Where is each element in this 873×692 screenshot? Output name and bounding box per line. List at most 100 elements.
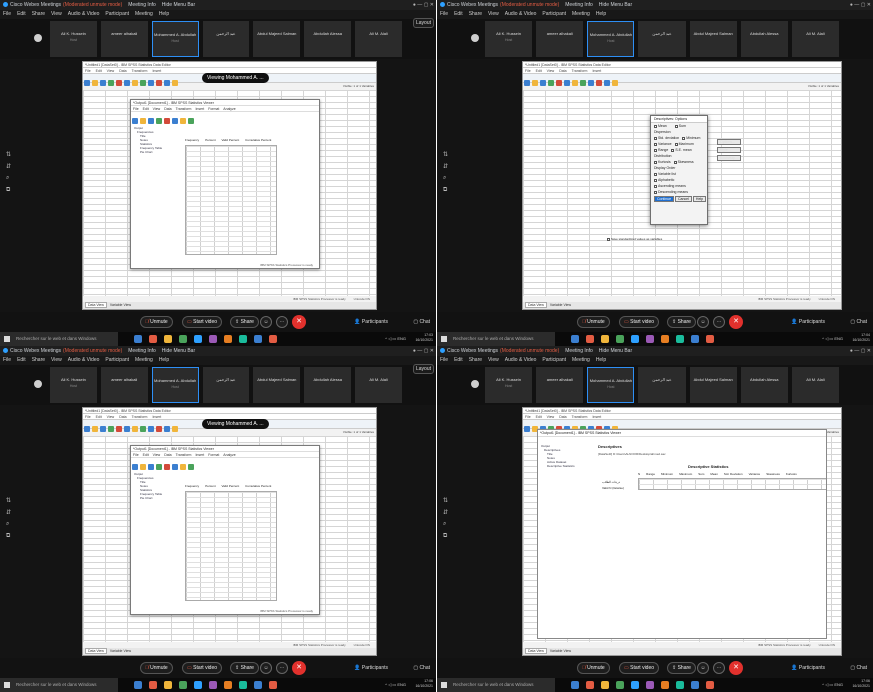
toolbar-button-icon[interactable] bbox=[532, 79, 538, 86]
menu-item-file[interactable]: File bbox=[3, 11, 11, 17]
menu-item-participant[interactable]: Participant bbox=[105, 357, 129, 363]
taskbar-search[interactable]: Rechercher sur le web et dans Windows bbox=[0, 678, 118, 692]
sidebar-tool-icon[interactable]: ⇵ bbox=[6, 509, 11, 516]
menu-item-file[interactable]: File bbox=[440, 357, 448, 363]
taskbar-search[interactable]: Rechercher sur le web et dans Windows bbox=[437, 332, 555, 346]
toolbar-button-icon[interactable] bbox=[188, 463, 194, 470]
more-options-icon[interactable]: ··· bbox=[713, 316, 725, 328]
toolbar-button-icon[interactable] bbox=[148, 463, 154, 470]
taskbar-app-icon[interactable] bbox=[164, 681, 172, 689]
spss-menu-item[interactable]: Transform bbox=[132, 69, 148, 73]
toolbar-button-icon[interactable] bbox=[172, 425, 178, 432]
start-video-button[interactable]: ▭ Start video bbox=[619, 316, 660, 328]
toolbar-button-icon[interactable] bbox=[164, 79, 170, 86]
menu-item-meeting[interactable]: Meeting bbox=[572, 11, 590, 17]
side-button[interactable]: Bootstrap... bbox=[717, 155, 741, 161]
outline-item[interactable]: Pie Chart bbox=[134, 496, 162, 500]
menu-item-file[interactable]: File bbox=[440, 11, 448, 17]
sidebar-tool-icon[interactable]: ⧉ bbox=[443, 533, 447, 540]
toolbar-button-icon[interactable] bbox=[556, 79, 562, 86]
tray-chevron-icon[interactable]: ^ ◁ ▭ bbox=[822, 682, 834, 687]
toolbar-button-icon[interactable] bbox=[132, 117, 138, 124]
spss-menu-item[interactable]: Edit bbox=[96, 69, 102, 73]
spss-menu-item[interactable]: Transform bbox=[572, 415, 588, 419]
output-menu-item[interactable]: Format bbox=[208, 107, 219, 111]
taskbar-app-icon[interactable] bbox=[586, 681, 594, 689]
taskbar-app-icon[interactable] bbox=[179, 681, 187, 689]
windows-start-icon[interactable] bbox=[441, 336, 447, 342]
spss-menu-item[interactable]: File bbox=[525, 69, 531, 73]
end-call-icon[interactable]: ✕ bbox=[292, 315, 306, 329]
spss-menu-item[interactable]: View bbox=[547, 69, 555, 73]
meeting-info-link[interactable]: Meeting Info bbox=[565, 2, 593, 8]
spss-menu-item[interactable]: Edit bbox=[96, 415, 102, 419]
participant-tile[interactable]: عبد الرحمن bbox=[638, 367, 686, 403]
cancel-button[interactable]: Cancel bbox=[675, 196, 692, 202]
toolbar-button-icon[interactable] bbox=[524, 79, 530, 86]
taskbar-app-icon[interactable] bbox=[194, 335, 202, 343]
taskbar-app-icon[interactable] bbox=[646, 335, 654, 343]
windows-start-icon[interactable] bbox=[441, 682, 447, 688]
taskbar-app-icon[interactable] bbox=[661, 681, 669, 689]
share-button[interactable]: ⇪ Share bbox=[230, 316, 259, 328]
toolbar-button-icon[interactable] bbox=[172, 463, 178, 470]
share-button[interactable]: ⇪ Share bbox=[230, 662, 259, 674]
toolbar-button-icon[interactable] bbox=[164, 117, 170, 124]
toolbar-button-icon[interactable] bbox=[148, 79, 154, 86]
toolbar-button-icon[interactable] bbox=[92, 425, 98, 432]
sidebar-tool-icon[interactable]: ⧉ bbox=[6, 533, 10, 540]
participant-tile[interactable]: Ali K. Hussein Host bbox=[50, 21, 97, 57]
participant-tile[interactable]: ameer alhakali bbox=[100, 367, 148, 403]
taskbar-app-icon[interactable] bbox=[149, 681, 157, 689]
output-menu-item[interactable]: View bbox=[153, 107, 161, 111]
output-menu-item[interactable]: Edit bbox=[143, 453, 149, 457]
help-button[interactable]: Help bbox=[692, 196, 707, 202]
participants-button[interactable]: 👤 Participants bbox=[354, 662, 388, 674]
taskbar-app-icon[interactable] bbox=[164, 335, 172, 343]
variable-view-tab[interactable]: Variable View bbox=[110, 649, 131, 653]
more-options-icon[interactable]: ··· bbox=[713, 662, 725, 674]
radio-button[interactable] bbox=[654, 178, 657, 182]
menu-item-share[interactable]: Share bbox=[469, 11, 482, 17]
toolbar-button-icon[interactable] bbox=[84, 425, 90, 432]
toolbar-button-icon[interactable] bbox=[140, 425, 146, 432]
participant-tile[interactable]: عبد الرحمن bbox=[202, 21, 250, 57]
toolbar-button-icon[interactable] bbox=[156, 117, 162, 124]
toolbar-button-icon[interactable] bbox=[180, 463, 186, 470]
taskbar-app-icon[interactable] bbox=[254, 335, 262, 343]
variable-view-tab[interactable]: Variable View bbox=[110, 303, 131, 307]
output-menu-item[interactable]: Format bbox=[208, 453, 219, 457]
taskbar-app-icon[interactable] bbox=[601, 335, 609, 343]
toolbar-button-icon[interactable] bbox=[548, 79, 554, 86]
toolbar-button-icon[interactable] bbox=[116, 79, 122, 86]
toolbar-button-icon[interactable] bbox=[156, 425, 162, 432]
sidebar-tool-icon[interactable]: ⌕ bbox=[443, 175, 446, 182]
menu-item-view[interactable]: View bbox=[51, 357, 62, 363]
taskbar-search[interactable]: Rechercher sur le web et dans Windows bbox=[0, 332, 118, 346]
menu-item-audio-video[interactable]: Audio & Video bbox=[68, 11, 100, 17]
spss-menu-item[interactable]: Data bbox=[559, 415, 566, 419]
taskbar-app-icon[interactable] bbox=[616, 335, 624, 343]
kurtosis-checkbox[interactable] bbox=[654, 160, 657, 164]
toolbar-button-icon[interactable] bbox=[108, 425, 114, 432]
sidebar-tool-icon[interactable]: ⌕ bbox=[6, 521, 9, 528]
menu-item-participant[interactable]: Participant bbox=[542, 357, 566, 363]
taskbar-app-icon[interactable] bbox=[224, 335, 232, 343]
side-button[interactable]: Style... bbox=[717, 147, 741, 153]
start-video-button[interactable]: ▭ Start video bbox=[182, 662, 223, 674]
toolbar-button-icon[interactable] bbox=[100, 425, 106, 432]
toolbar-button-icon[interactable] bbox=[172, 117, 178, 124]
hide-menu-bar-link[interactable]: Hide Menu Bar bbox=[162, 2, 195, 8]
save-standardized-checkbox[interactable] bbox=[607, 237, 610, 241]
taskbar-app-icon[interactable] bbox=[571, 681, 579, 689]
taskbar-app-icon[interactable] bbox=[239, 335, 247, 343]
output-menu-item[interactable]: Data bbox=[164, 107, 171, 111]
menu-item-view[interactable]: View bbox=[488, 11, 499, 17]
data-view-tab[interactable]: Data View bbox=[525, 302, 547, 308]
toolbar-button-icon[interactable] bbox=[172, 79, 178, 86]
mean-checkbox[interactable] bbox=[654, 124, 657, 128]
sidebar-tool-icon[interactable]: ⇵ bbox=[443, 509, 448, 516]
end-call-icon[interactable]: ✕ bbox=[729, 661, 743, 675]
variable-view-tab[interactable]: Variable View bbox=[550, 649, 571, 653]
taskbar-app-icon[interactable] bbox=[706, 681, 714, 689]
